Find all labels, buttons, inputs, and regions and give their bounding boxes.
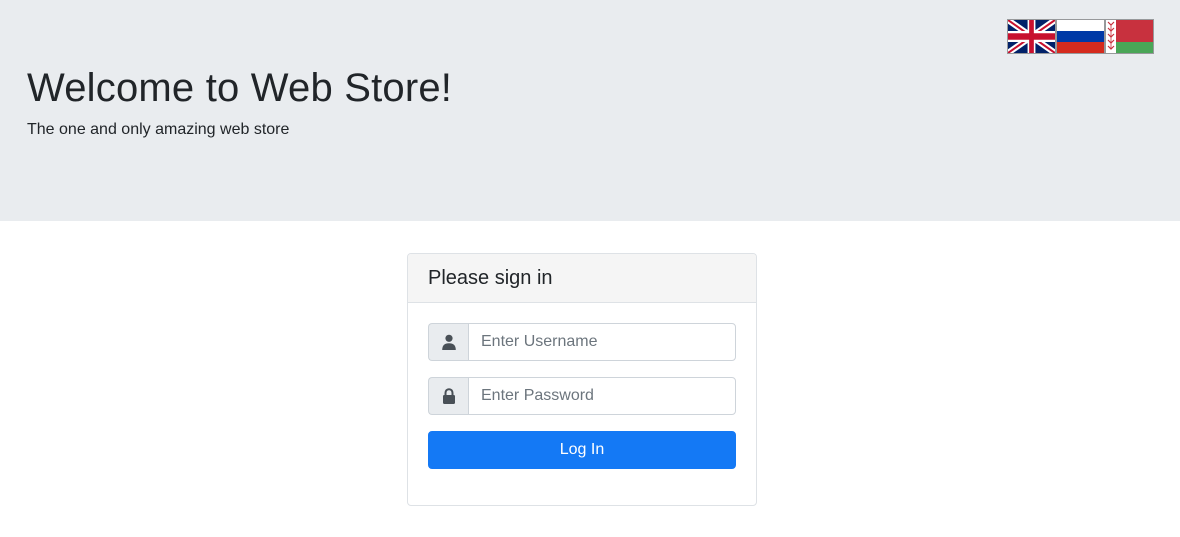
page-title: Welcome to Web Store! bbox=[27, 66, 453, 110]
password-input[interactable] bbox=[468, 377, 736, 415]
belarus-flag-icon[interactable] bbox=[1106, 20, 1153, 53]
jumbotron-header: Welcome to Web Store! The one and only a… bbox=[0, 0, 1180, 221]
lock-icon bbox=[428, 377, 468, 415]
login-form: Log In bbox=[408, 303, 756, 469]
password-input-group bbox=[428, 377, 736, 415]
login-card: Please sign in Log In bbox=[407, 253, 757, 506]
uk-flag-icon[interactable] bbox=[1008, 20, 1055, 53]
russia-flag-icon[interactable] bbox=[1057, 20, 1104, 53]
login-card-header: Please sign in bbox=[408, 254, 756, 303]
user-icon bbox=[428, 323, 468, 361]
page-subtitle: The one and only amazing web store bbox=[27, 121, 290, 138]
login-button[interactable]: Log In bbox=[428, 431, 736, 469]
username-input-group bbox=[428, 323, 736, 361]
username-input[interactable] bbox=[468, 323, 736, 361]
language-selector bbox=[1008, 20, 1153, 53]
